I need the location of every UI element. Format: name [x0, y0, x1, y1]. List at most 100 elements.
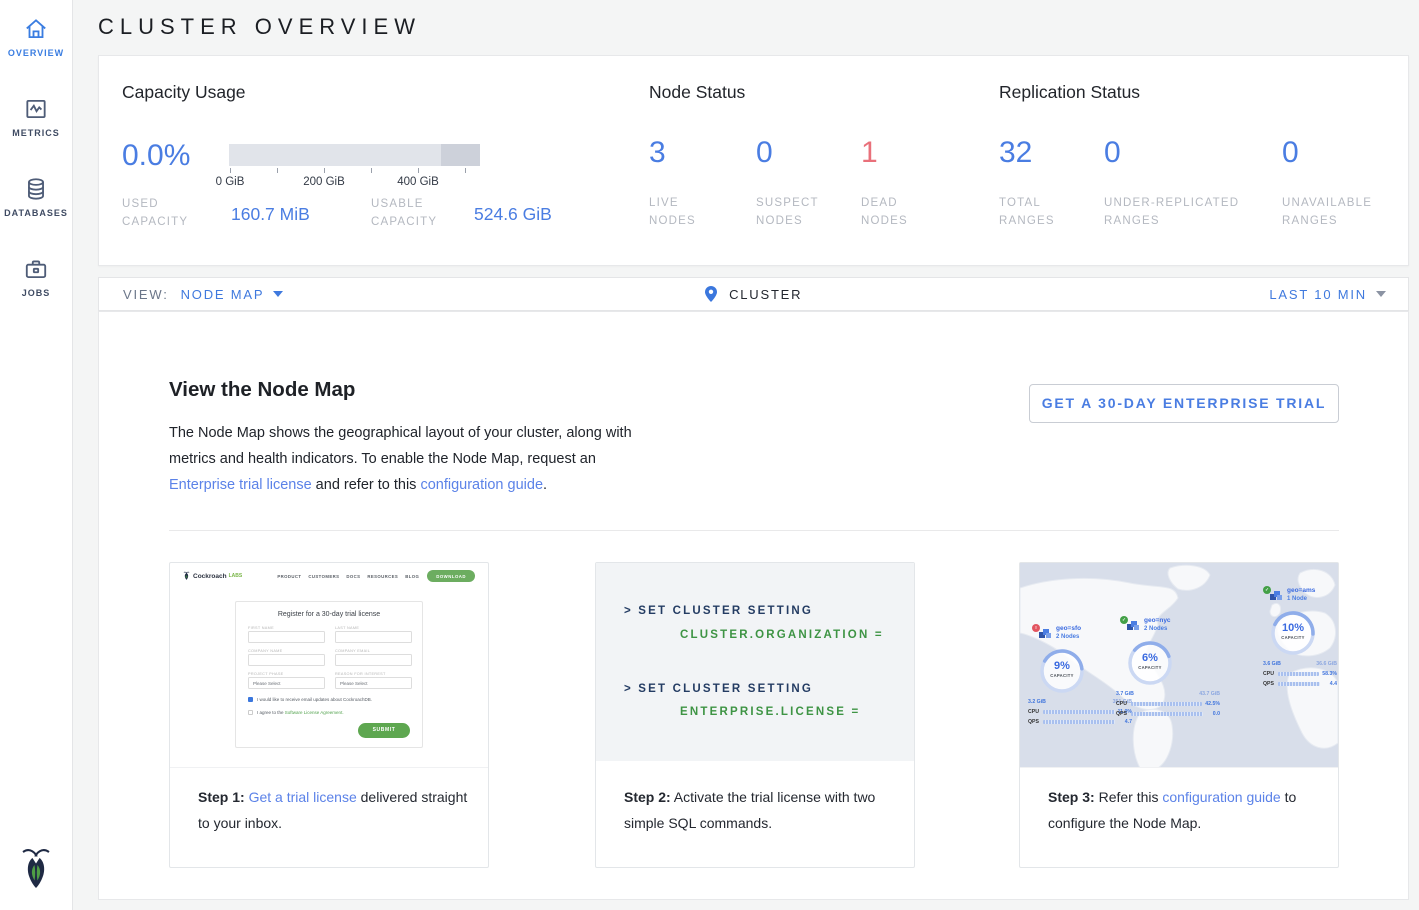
mini-field-label: PROJECT PHASE: [248, 672, 283, 676]
qps-metric: QPS 4.7: [1028, 719, 1132, 725]
capacity-values: 3.7 GiB 43.7 GiB: [1116, 691, 1220, 697]
mini-nav-resources: RESOURCES: [367, 574, 398, 579]
capacity-tick-200: 200 GiB: [296, 176, 352, 188]
cpu-value: 42.5%: [1205, 701, 1220, 707]
capacity-percent: 6%: [1124, 652, 1176, 664]
qps-value: 4.7: [1118, 719, 1132, 725]
sidebar-item-databases[interactable]: DATABASES: [0, 176, 72, 218]
description-text: .: [543, 477, 547, 493]
step1-label: Step 1:: [198, 789, 245, 805]
qps-value: 0.0: [1206, 711, 1220, 717]
database-icon: [0, 176, 72, 202]
mini-nav-product: PRODUCT: [277, 574, 301, 579]
mini-field-label: COMPANY NAME: [248, 649, 282, 653]
dead-nodes-value: 1: [861, 136, 878, 170]
capacity-usage-title: Capacity Usage: [122, 82, 246, 103]
mini-nav-blog: BLOG: [405, 574, 419, 579]
mini-brand: Cockroach: [193, 573, 227, 580]
mini-license-link: Software License Agreement.: [285, 710, 344, 715]
page-title: CLUSTER OVERVIEW: [98, 14, 421, 40]
enterprise-trial-button[interactable]: GET A 30-DAY ENTERPRISE TRIAL: [1029, 384, 1339, 423]
mini-field-label: FIRST NAME: [248, 626, 274, 630]
mini-input: [248, 631, 325, 643]
step3-card: ! geo=sfo 2 Nodes 9% CAPACITY 3.2 GiB351…: [1019, 562, 1339, 868]
mini-select: Please Select: [335, 677, 412, 689]
qps-value: 4.4: [1323, 681, 1337, 687]
sql-code-block: > SET CLUSTER SETTING CLUSTER.ORGANIZATI…: [596, 563, 914, 761]
metrics-chart-icon: [0, 96, 72, 122]
sidebar: OVERVIEW METRICS DATABASES: [0, 0, 73, 910]
sql-prompt: > SET CLUSTER SETTING: [624, 605, 813, 617]
mini-brand-suffix: LABS: [229, 573, 243, 579]
qps-bar: [1043, 720, 1115, 725]
configuration-guide-link[interactable]: configuration guide: [1162, 789, 1280, 805]
cpu-bar: [1043, 710, 1115, 715]
total-capacity: 43.7 GiB: [1199, 691, 1220, 697]
mini-field-label: LAST NAME: [335, 626, 359, 630]
mini-submit-button: SUBMIT: [358, 723, 410, 738]
qps-metric: QPS 4.4: [1263, 681, 1337, 687]
description-text: The Node Map shows the geographical layo…: [169, 425, 632, 467]
sidebar-item-overview[interactable]: OVERVIEW: [0, 16, 72, 58]
suspect-nodes-value: 0: [756, 136, 773, 170]
sidebar-item-metrics[interactable]: METRICS: [0, 96, 72, 138]
step2-card: > SET CLUSTER SETTING CLUSTER.ORGANIZATI…: [595, 562, 915, 868]
step3-caption: Step 3: Refer this configuration guide t…: [1020, 768, 1338, 836]
qps-label: QPS: [1116, 711, 1128, 717]
under-replicated-ranges-label: UNDER-REPLICATED RANGES: [1104, 194, 1264, 230]
cluster-overview-screen: OVERVIEW METRICS DATABASES: [0, 0, 1419, 910]
mini-nav: PRODUCT CUSTOMERS DOCS RESOURCES BLOG: [277, 574, 419, 579]
usable-capacity-value: 524.6 GiB: [474, 204, 552, 225]
replication-status-title: Replication Status: [999, 82, 1140, 103]
capacity-bar: [229, 144, 480, 166]
capacity-used-percent: 0.0%: [122, 139, 190, 173]
mini-field-label: REASON FOR INTEREST: [335, 672, 386, 676]
suspect-nodes-label: SUSPECT NODES: [756, 194, 836, 230]
sidebar-label-metrics: METRICS: [0, 128, 72, 138]
mini-input: [335, 654, 412, 666]
node-status-title: Node Status: [649, 82, 745, 103]
qps-label: QPS: [1028, 719, 1040, 725]
capacity-donut: 6% CAPACITY: [1124, 637, 1176, 689]
mini-input: [248, 654, 325, 666]
qps-label: QPS: [1263, 681, 1275, 687]
capacity-label: CAPACITY: [1124, 665, 1176, 670]
step1-caption: Step 1: Get a trial license delivered st…: [170, 768, 488, 836]
usable-capacity-label: USABLE CAPACITY: [371, 195, 461, 231]
dead-nodes-label: DEAD NODES: [861, 194, 931, 230]
used-capacity: 3.6 GiB: [1263, 661, 1281, 667]
sql-value: ENTERPRISE.LICENSE =: [680, 706, 860, 718]
live-nodes-value: 3: [649, 136, 666, 170]
capacity-tick-0: 0 GiB: [208, 176, 252, 188]
mini-form-title: Register for a 30-day trial license: [236, 611, 422, 618]
capacity-label: CAPACITY: [1267, 635, 1319, 640]
cpu-bar: [1131, 702, 1202, 707]
sidebar-label-databases: DATABASES: [0, 208, 72, 218]
configuration-guide-link[interactable]: configuration guide: [420, 477, 543, 493]
get-trial-license-link[interactable]: Get a trial license: [249, 789, 357, 805]
used-capacity: 3.7 GiB: [1116, 691, 1134, 697]
locality-name: geo=sfo: [1056, 625, 1081, 632]
total-ranges-label: TOTAL RANGES: [999, 194, 1079, 230]
capacity-percent: 9%: [1036, 660, 1088, 672]
step3-text: Refer this: [1095, 789, 1163, 805]
capacity-donut: 10% CAPACITY: [1267, 607, 1319, 659]
locality-name: geo=ams: [1287, 587, 1315, 594]
mini-site-header: Cockroach LABS PRODUCT CUSTOMERS DOCS RE…: [170, 563, 488, 589]
node-cube-icon: [1038, 628, 1052, 640]
cpu-label: CPU: [1116, 701, 1128, 707]
sidebar-item-jobs[interactable]: JOBS: [0, 256, 72, 298]
sidebar-label-overview: OVERVIEW: [0, 48, 72, 58]
used-capacity: 3.2 GiB: [1028, 699, 1046, 705]
mini-field-label: COMPANY EMAIL: [335, 649, 370, 653]
qps-metric: QPS 0.0: [1116, 711, 1220, 717]
cpu-value: 58.3%: [1322, 671, 1337, 677]
step1-screenshot: Cockroach LABS PRODUCT CUSTOMERS DOCS RE…: [170, 563, 488, 768]
sql-prompt: > SET CLUSTER SETTING: [624, 683, 813, 695]
sql-value: CLUSTER.ORGANIZATION =: [680, 629, 884, 641]
enterprise-trial-license-link[interactable]: Enterprise trial license: [169, 477, 312, 493]
locality-node-count: 2 Nodes: [1144, 626, 1167, 632]
step3-label: Step 3:: [1048, 789, 1095, 805]
used-capacity-label: USED CAPACITY: [122, 195, 202, 231]
mini-nav-docs: DOCS: [346, 574, 360, 579]
